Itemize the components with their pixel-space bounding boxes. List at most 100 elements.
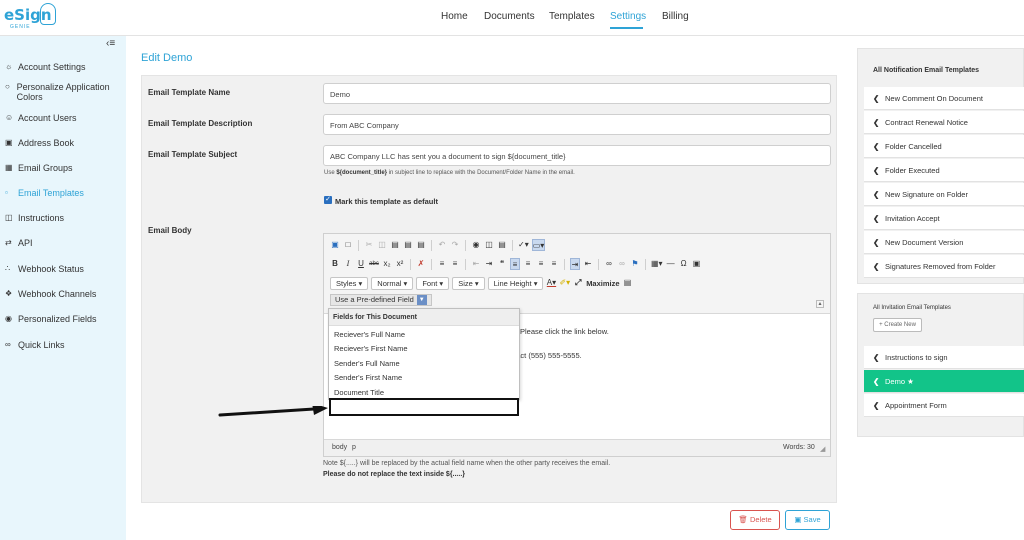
align-right-icon[interactable]: ≡: [536, 258, 546, 270]
indent-icon[interactable]: ⇥: [484, 258, 494, 270]
cut-icon[interactable]: ✂: [364, 239, 374, 251]
align-left-icon[interactable]: ≡: [510, 258, 520, 270]
notification-template-item[interactable]: ❮ Signatures Removed from Folder: [864, 255, 1024, 278]
replace-icon[interactable]: ◫: [484, 239, 494, 251]
invitation-template-item[interactable]: ❮ Appointment Form: [864, 394, 1024, 417]
align-justify-icon[interactable]: ≡: [549, 258, 559, 270]
sidebar-item-email-templates[interactable]: ▫ Email Templates: [5, 188, 123, 198]
hint-code: ${document_title}: [336, 170, 388, 176]
undo-icon[interactable]: ↶: [437, 239, 447, 251]
unlink-icon[interactable]: ∞: [617, 258, 627, 270]
find-icon[interactable]: ◉: [471, 239, 481, 251]
notification-templates-title: All Notification Email Templates: [873, 67, 980, 74]
maximize-button-label[interactable]: Maximize: [586, 279, 619, 288]
sidebar-item-api[interactable]: ⇄ API: [5, 238, 123, 248]
align-center-icon[interactable]: ≡: [523, 258, 533, 270]
create-new-button[interactable]: + Create New: [873, 318, 922, 332]
copy-icon[interactable]: ◫: [377, 239, 387, 251]
select-all-icon[interactable]: ▤: [497, 239, 507, 251]
styles-combo[interactable]: Styles ▾: [330, 276, 369, 290]
blockquote-icon[interactable]: ❝: [497, 258, 507, 270]
sidebar-item-webhook-status[interactable]: ∴ Webhook Status: [5, 264, 123, 274]
horizontal-line-icon[interactable]: ―: [666, 258, 676, 270]
menu-item-sender-full-name[interactable]: Sender's Full Name: [334, 359, 400, 368]
invitation-template-item[interactable]: ❮ Instructions to sign: [864, 346, 1024, 369]
maximize-icon[interactable]: ⤢: [573, 277, 583, 289]
predefined-field-dropdown[interactable]: Use a Pre-defined Field ▼: [330, 294, 432, 306]
table-icon[interactable]: ▦▾: [651, 258, 663, 270]
notification-template-item[interactable]: ❮ Folder Executed: [864, 159, 1024, 182]
nav-templates[interactable]: Templates: [549, 11, 595, 22]
template-subject-input[interactable]: ABC Company LLC has sent you a document …: [323, 145, 831, 166]
save-icon[interactable]: ▣: [330, 239, 340, 251]
strikethrough-icon[interactable]: abc: [369, 258, 379, 270]
paste-word-icon[interactable]: ▤: [416, 239, 426, 251]
format-combo-label: Normal: [377, 278, 402, 288]
notification-template-item[interactable]: ❮ Contract Renewal Notice: [864, 111, 1024, 134]
default-checkbox[interactable]: ✓: [324, 196, 332, 204]
sidebar-item-account-users[interactable]: ☺ Account Users: [5, 113, 123, 123]
notification-template-item[interactable]: ❮ New Comment On Document: [864, 87, 1024, 110]
sidebar-item-email-groups[interactable]: ▦ Email Groups: [5, 163, 123, 173]
menu-item-receiver-first-name[interactable]: Reciever's First Name: [334, 344, 408, 353]
special-char-icon[interactable]: Ω: [679, 258, 689, 270]
italic-icon[interactable]: I: [343, 258, 353, 270]
toolbar-collapse-icon[interactable]: ▴: [816, 300, 824, 308]
save-button[interactable]: ▣ Save: [785, 510, 830, 530]
sidebar-item-personalize-colors[interactable]: ○ Personalize Application Colors: [5, 82, 123, 102]
image-icon[interactable]: ▣: [692, 258, 702, 270]
form-icon[interactable]: ▭▾: [531, 239, 546, 251]
background-color-icon[interactable]: ✐▾: [559, 277, 570, 289]
element-path-body[interactable]: body: [332, 444, 347, 451]
template-name-input[interactable]: Demo: [323, 83, 831, 104]
rtl-icon[interactable]: ⇤: [583, 258, 593, 270]
menu-item-receiver-full-name[interactable]: Reciever's Full Name: [334, 330, 405, 339]
toolbar-row-2: B I U abc x₂ x² ✗ ≡ ≡ ⇤ ⇥ ❝ ≡ ≡ ≡ ≡ ⇥ ⇤ …: [330, 257, 702, 271]
nav-billing[interactable]: Billing: [662, 11, 689, 22]
bulleted-list-icon[interactable]: ≡: [450, 258, 460, 270]
anchor-flag-icon[interactable]: ⚑: [630, 258, 640, 270]
remove-format-icon[interactable]: ✗: [416, 258, 426, 270]
bold-icon[interactable]: B: [330, 258, 340, 270]
nav-settings[interactable]: Settings: [610, 11, 646, 22]
collapse-icon[interactable]: ‹≡: [106, 38, 115, 49]
format-combo[interactable]: Normal ▾: [371, 276, 414, 290]
notification-template-item[interactable]: ❮ New Signature on Folder: [864, 183, 1024, 206]
template-description-input[interactable]: From ABC Company: [323, 114, 831, 135]
sidebar-item-instructions[interactable]: ◫ Instructions: [5, 213, 123, 223]
menu-item-document-title[interactable]: Document Title: [334, 388, 384, 397]
underline-icon[interactable]: U: [356, 258, 366, 270]
resize-handle-icon[interactable]: ◢: [820, 445, 825, 453]
redo-icon[interactable]: ↷: [450, 239, 460, 251]
text-color-icon[interactable]: A▾: [546, 277, 556, 289]
invitation-template-item-active[interactable]: ❮ Demo ★: [864, 370, 1024, 393]
superscript-icon[interactable]: x²: [395, 258, 405, 270]
menu-item-sender-first-name[interactable]: Sender's First Name: [334, 373, 402, 382]
notification-template-item[interactable]: ❮ New Document Version: [864, 231, 1024, 254]
spellcheck-icon[interactable]: ✓▾: [518, 239, 529, 251]
esign-genie-logo[interactable]: eSign GENIE: [4, 3, 56, 33]
paste-text-icon[interactable]: ▤: [403, 239, 413, 251]
sidebar-item-quick-links[interactable]: ∞ Quick Links: [5, 340, 123, 350]
sidebar-item-account-settings[interactable]: ☼ Account Settings: [5, 62, 123, 72]
subscript-icon[interactable]: x₂: [382, 258, 392, 270]
outdent-icon[interactable]: ⇤: [471, 258, 481, 270]
numbered-list-icon[interactable]: ≡: [437, 258, 447, 270]
show-blocks-icon[interactable]: ▤: [623, 277, 633, 289]
sidebar-item-personalized-fields[interactable]: ◉ Personalized Fields: [5, 314, 123, 324]
paste-icon[interactable]: ▤: [390, 239, 400, 251]
sidebar-item-address-book[interactable]: ▣ Address Book: [5, 138, 123, 148]
ltr-icon[interactable]: ⇥: [570, 258, 580, 270]
sidebar-item-webhook-channels[interactable]: ❖ Webhook Channels: [5, 289, 123, 299]
font-combo[interactable]: Font ▾: [416, 276, 450, 290]
new-page-icon[interactable]: □: [343, 239, 353, 251]
element-path-p[interactable]: p: [352, 444, 356, 451]
nav-documents[interactable]: Documents: [484, 11, 535, 22]
link-icon[interactable]: ∞: [604, 258, 614, 270]
delete-button[interactable]: 🗑 Delete: [730, 510, 780, 530]
notification-template-item[interactable]: ❮ Invitation Accept: [864, 207, 1024, 230]
notification-template-item[interactable]: ❮ Folder Cancelled: [864, 135, 1024, 158]
line-height-combo[interactable]: Line Height ▾: [487, 276, 544, 290]
size-combo[interactable]: Size ▾: [452, 276, 485, 290]
nav-home[interactable]: Home: [441, 11, 468, 22]
